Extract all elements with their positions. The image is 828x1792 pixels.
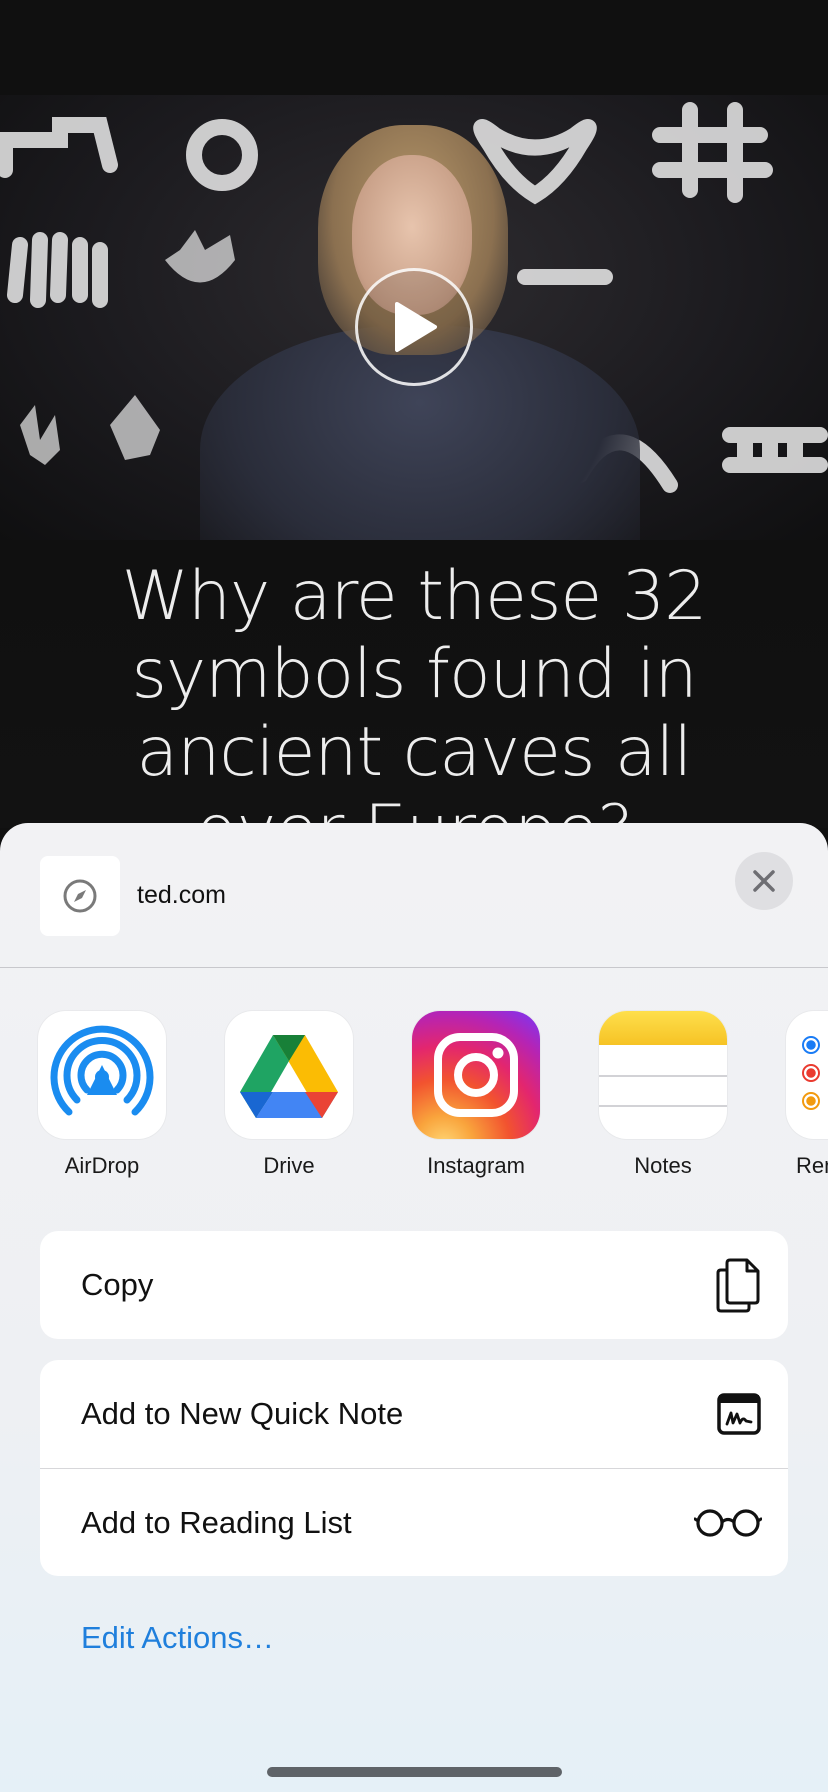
- instagram-icon: [412, 1011, 540, 1139]
- app-label-reminders: Rem: [796, 1153, 828, 1178]
- video-thumbnail[interactable]: [0, 95, 828, 540]
- quick-note-action[interactable]: Add to New Quick Note: [40, 1360, 788, 1468]
- edit-actions-link[interactable]: Edit Actions…: [81, 1620, 274, 1656]
- airdrop-icon: [38, 1011, 166, 1139]
- share-app-row: AirDrop Drive Instagram Notes Re: [0, 1011, 828, 1191]
- site-thumbnail: [40, 856, 120, 936]
- screen: Why are these 32 symbols found in ancien…: [0, 0, 828, 1792]
- app-label-notes: Notes: [634, 1153, 692, 1178]
- play-icon: [395, 302, 437, 352]
- compass-icon: [63, 879, 97, 913]
- app-label-drive: Drive: [263, 1153, 315, 1178]
- app-drive[interactable]: Drive: [225, 1011, 353, 1179]
- close-button[interactable]: [735, 852, 793, 910]
- talk-title-area: Why are these 32 symbols found in ancien…: [0, 548, 828, 828]
- reading-list-action[interactable]: Add to Reading List: [40, 1468, 788, 1576]
- notes-icon: [599, 1011, 727, 1139]
- site-name: ted.com: [137, 881, 226, 909]
- talk-title: Why are these 32 symbols found in ancien…: [121, 557, 708, 829]
- home-indicator[interactable]: [267, 1767, 562, 1777]
- copy-icon: [714, 1256, 762, 1314]
- close-icon: [753, 870, 775, 892]
- app-airdrop[interactable]: AirDrop: [38, 1011, 166, 1179]
- app-instagram[interactable]: Instagram: [412, 1011, 540, 1179]
- app-reminders[interactable]: Rem: [786, 1011, 828, 1179]
- share-sheet-header: ted.com: [0, 823, 828, 968]
- app-notes[interactable]: Notes: [599, 1011, 727, 1179]
- share-sheet: ted.com AirDrop Drive Instagram Notes Re…: [0, 823, 828, 1792]
- app-label-airdrop: AirDrop: [64, 1153, 140, 1178]
- copy-label: Copy: [81, 1267, 154, 1302]
- quick-note-label: Add to New Quick Note: [81, 1396, 404, 1431]
- action-group-copy: Copy: [40, 1231, 788, 1339]
- play-button[interactable]: [355, 268, 473, 386]
- app-label-instagram: Instagram: [427, 1153, 525, 1178]
- google-drive-icon: [225, 1011, 353, 1139]
- action-group-notes: Add to New Quick Note Add to Reading Lis…: [40, 1360, 788, 1576]
- reminders-icon: [786, 1011, 828, 1139]
- reading-list-label: Add to Reading List: [81, 1504, 352, 1540]
- copy-action[interactable]: Copy: [40, 1231, 788, 1339]
- quick-note-icon: [716, 1392, 762, 1436]
- glasses-icon: [694, 1507, 762, 1539]
